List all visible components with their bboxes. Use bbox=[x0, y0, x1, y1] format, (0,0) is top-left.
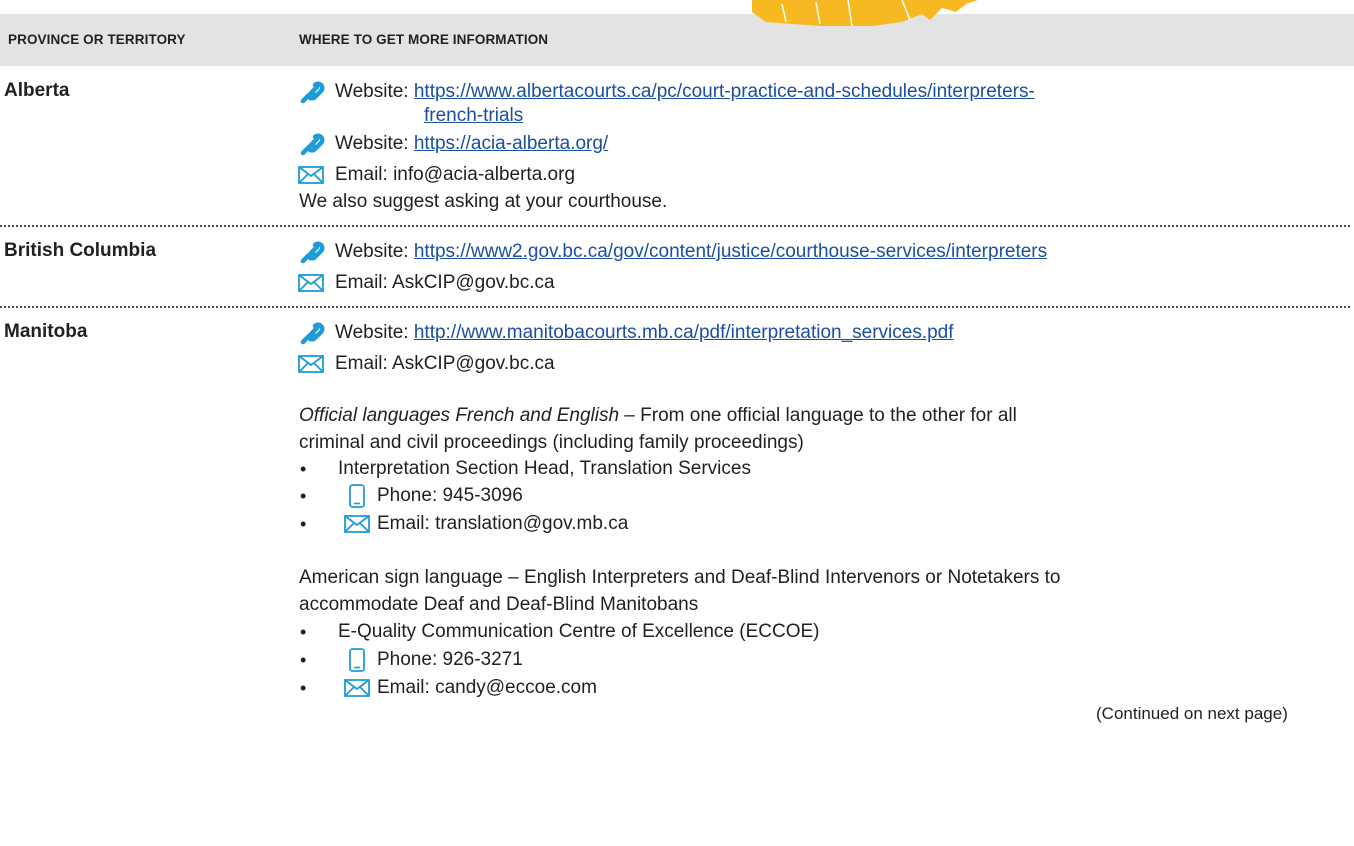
list-item: Phone: 926-3271 bbox=[377, 649, 523, 670]
acia-alberta-link[interactable]: https://acia-alberta.org/ bbox=[414, 133, 608, 154]
row-divider bbox=[0, 225, 1350, 227]
province-british-columbia: British Columbia bbox=[4, 240, 157, 261]
website-label: Website: bbox=[335, 322, 409, 343]
bc-email: Email: AskCIP@gov.bc.ca bbox=[335, 272, 555, 293]
link-icon bbox=[299, 79, 325, 110]
continued-note: (Continued on next page) bbox=[1096, 704, 1288, 723]
list-item: Phone: 945-3096 bbox=[377, 485, 523, 506]
link-icon bbox=[299, 320, 325, 351]
manitoba-courts-link[interactable]: http://www.manitobacourts.mb.ca/pdf/inte… bbox=[414, 322, 954, 343]
asl-line-2: accommodate Deaf and Deaf-Blind Manitoba… bbox=[299, 594, 699, 615]
canada-map-graphic bbox=[752, 0, 982, 26]
bullet: • bbox=[300, 622, 307, 642]
table-header bbox=[0, 14, 1354, 66]
phone-icon bbox=[349, 484, 365, 513]
official-languages-italic: Official languages French and English bbox=[299, 405, 620, 426]
alberta-courts-link[interactable]: https://www.albertacourts.ca/pc/court-pr… bbox=[414, 81, 1035, 102]
alberta-website-line-1-cont: french-trials bbox=[424, 104, 523, 128]
official-languages-desc: – From one official language to the othe… bbox=[619, 405, 1017, 426]
header-info: WHERE TO GET MORE INFORMATION bbox=[299, 32, 549, 47]
email-icon bbox=[344, 679, 370, 702]
official-languages-line-2: criminal and civil proceedings (includin… bbox=[299, 432, 804, 453]
alberta-email: Email: info@acia-alberta.org bbox=[335, 164, 576, 185]
list-item: Interpretation Section Head, Translation… bbox=[338, 458, 751, 479]
bullet: • bbox=[300, 514, 307, 534]
alberta-website-line-1: Website: https://www.albertacourts.ca/pc… bbox=[335, 80, 1035, 104]
list-item: E-Quality Communication Centre of Excell… bbox=[338, 621, 820, 642]
email-icon bbox=[344, 515, 370, 538]
link-icon bbox=[299, 131, 325, 162]
manitoba-email: Email: AskCIP@gov.bc.ca bbox=[335, 353, 555, 374]
bullet: • bbox=[300, 678, 307, 698]
website-label: Website: bbox=[335, 133, 409, 154]
province-manitoba: Manitoba bbox=[4, 321, 88, 342]
website-label: Website: bbox=[335, 81, 409, 102]
list-item: Email: candy@eccoe.com bbox=[377, 677, 597, 698]
link-icon bbox=[299, 239, 325, 270]
bullet: • bbox=[300, 650, 307, 670]
row-divider bbox=[0, 306, 1350, 308]
bc-interpreters-link[interactable]: https://www2.gov.bc.ca/gov/content/justi… bbox=[414, 241, 1047, 262]
province-alberta: Alberta bbox=[4, 80, 70, 101]
bullet: • bbox=[300, 486, 307, 506]
bullet: • bbox=[300, 459, 307, 479]
bc-website-line: Website: https://www2.gov.bc.ca/gov/cont… bbox=[335, 240, 1047, 264]
email-icon bbox=[298, 274, 324, 297]
email-icon bbox=[298, 166, 324, 189]
alberta-note: We also suggest asking at your courthous… bbox=[299, 191, 668, 212]
official-languages-line-1: Official languages French and English – … bbox=[299, 404, 1017, 428]
website-label: Website: bbox=[335, 241, 409, 262]
phone-icon bbox=[349, 648, 365, 677]
header-province: PROVINCE OR TERRITORY bbox=[8, 32, 186, 47]
email-icon bbox=[298, 355, 324, 378]
asl-line-1: American sign language – English Interpr… bbox=[299, 567, 1061, 588]
list-item: Email: translation@gov.mb.ca bbox=[377, 513, 629, 534]
alberta-website-line-2: Website: https://acia-alberta.org/ bbox=[335, 132, 608, 156]
manitoba-website-line: Website: http://www.manitobacourts.mb.ca… bbox=[335, 321, 954, 345]
alberta-courts-link-cont[interactable]: french-trials bbox=[424, 105, 523, 126]
